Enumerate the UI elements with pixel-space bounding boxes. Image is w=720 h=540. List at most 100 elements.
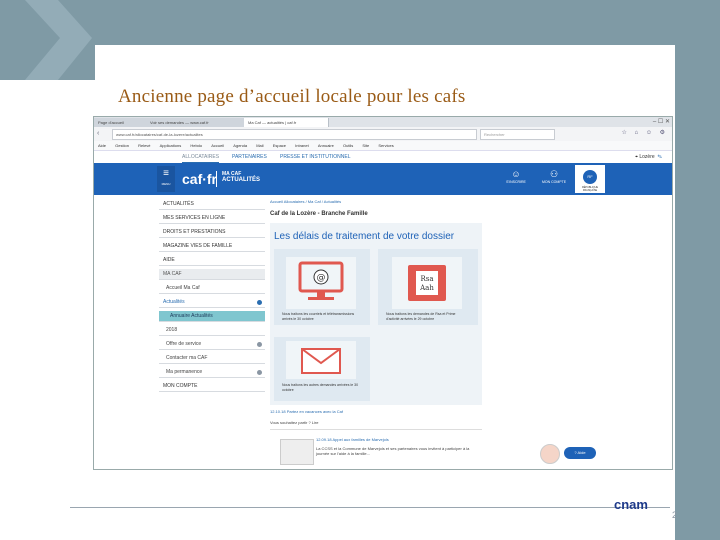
news-item[interactable]: 12.10.18 Partez en vacances avec la Caf … [270,409,482,425]
expand-icon[interactable] [257,370,262,375]
search-field[interactable]: Rechercher [480,129,555,140]
browser-tab-active[interactable]: Ma Caf — actualités | caf.fr [244,118,329,127]
menu-label: MENU [161,182,171,186]
help-label: Aide [577,450,586,455]
sidebar-item-2018[interactable]: 2018 [159,325,265,336]
sidebar-item-accueil-ma-caf[interactable]: Accueil Ma Caf [159,283,265,294]
favorite-link[interactable]: Relevé [138,143,150,148]
slide-title: Ancienne page d’accueil locale pour les … [118,86,466,107]
help-button[interactable]: ? Aide [564,447,596,459]
rf-emblem-icon: RF [583,170,597,184]
sidebar-item-magazine[interactable]: MAGAZINE VIES DE FAMILLE [159,241,265,252]
location-pin-icon: ⌖ [635,154,638,160]
brand-text: MA CAF ACTUALITÉS [222,171,260,183]
location-indicator[interactable]: ⌖ Lozère ✎ [635,152,662,162]
favorite-link[interactable]: Mail [256,143,263,148]
sidebar-item-droits[interactable]: DROITS ET PRESTATIONS [159,227,265,238]
main-content: Accueil Allocataires / Ma Caf / Actualit… [270,197,482,469]
sidebar-item-annuaire-actualites[interactable]: Annuaire Actualités [159,311,265,322]
pen-icon: ✎ [657,154,662,160]
account-button[interactable]: ⚇ MON COMPTE [534,168,574,184]
news-date: 12.09.18 [316,437,332,442]
favorite-link[interactable]: Gestion [115,143,129,148]
favorite-link[interactable]: Aide [98,143,106,148]
sidebar-item-label: Actualités [163,299,185,305]
tile-caption: Nous traitons les autres demandes arrivé… [282,383,359,392]
tile-caption: Nous traitons les courriels et télétrans… [282,312,355,321]
sidebar-item-services[interactable]: MES SERVICES EN LIGNE [159,213,265,224]
sidebar-item-offre-service[interactable]: Offre de service [159,339,265,350]
sidebar-item-actualites[interactable]: ACTUALITÉS [159,199,265,210]
news-item[interactable]: 12.09.18 Appel aux familles de Marvejols… [316,437,482,456]
breadcrumb[interactable]: Accueil Allocataires / Ma Caf / Actualit… [270,199,341,204]
favorite-link[interactable]: Agenda [233,143,247,148]
browser-tab-bar: Page d'accueil Voir ses demandes — www.c… [94,117,672,127]
hamburger-icon: ≡ [163,168,169,179]
expand-icon[interactable] [257,342,262,347]
tile-autres[interactable]: Nous traitons les autres demandes arrivé… [274,337,370,401]
delais-title: Les délais de traitement de votre dossie… [274,231,455,242]
url-field[interactable]: www.caf.fr/allocataires/caf-de-la-lozere… [112,129,477,140]
location-label: Lozère [639,154,655,160]
favorite-link[interactable]: Hebdo [190,143,202,148]
favorites-bar: Aide Gestion Relevé Applications Hebdo A… [94,141,672,151]
footer-line [70,507,670,508]
tile-caption: Nous traitons les demandes de Rsa et Pri… [386,312,456,321]
favorite-link[interactable]: Applications [160,143,182,148]
site-top-nav: ALLOCATAIRES PARTENAIRES PRESSE ET INSTI… [94,151,672,163]
sidebar-item-permanence[interactable]: Ma permanence [159,367,265,378]
svg-text:@: @ [317,273,326,283]
expand-icon[interactable] [257,300,262,305]
favorite-link[interactable]: Annuaire [318,143,334,148]
nav-partenaires[interactable]: PARTENAIRES [232,152,267,162]
favorite-link[interactable]: Services [378,143,393,148]
sidebar-item-label: Offre de service [166,341,202,347]
brand-line2: ACTUALITÉS [222,177,260,183]
republique-francaise-logo: RF RÉPUBLIQUE FRANÇAISE [575,165,605,193]
favorite-link[interactable]: Site [362,143,369,148]
news-body: La CCSS et la Commune de Marvejols et se… [316,446,470,456]
sidebar: ACTUALITÉS MES SERVICES EN LIGNE DROITS … [159,197,265,469]
browser-tab[interactable]: Voir ses demandes — www.caf.fr [146,118,247,127]
back-icon[interactable]: ‹ [97,129,99,138]
sidebar-item-mon-compte[interactable]: MON COMPTE [159,381,265,392]
favorite-link[interactable]: Espace [273,143,286,148]
sidebar-item-ma-caf[interactable]: MA CAF [159,269,265,280]
news-title[interactable]: Appel aux familles de Marvejols [332,437,388,442]
aah-label: Aah [419,284,434,292]
header-divider [216,171,217,187]
news-extra: Vous souhaitez partir ? Lire [270,420,319,425]
tile-image: @ [286,257,356,309]
menu-button[interactable]: ≡ MENU [157,166,175,192]
folder-rsa-icon: Rsa Aah [408,265,446,301]
favorite-link[interactable]: Accueil [211,143,224,148]
account-label: MON COMPTE [541,180,567,184]
window-controls[interactable]: ‒ ☐ ✕ [653,117,670,127]
page-subtitle: Caf de la Lozère - Branche Famille [270,211,368,217]
caf-logo[interactable]: caf·fr [182,169,217,189]
news-thumbnail [280,439,314,465]
sidebar-item-aide[interactable]: AIDE [159,255,265,266]
cnam-logo: cnam [614,497,648,512]
news-title[interactable]: Partez en vacances avec la Caf [287,409,343,414]
toolbar-icons[interactable]: ☆ ⌂ ☺ ⚙ [621,129,668,138]
delais-card: Les délais de traitement de votre dossie… [270,223,482,405]
tile-courriels[interactable]: @ Nous traitons les courriels et télétra… [274,249,370,325]
monitor-at-icon: @ [298,261,344,300]
assistant-avatar[interactable] [540,444,560,464]
tile-rsa[interactable]: Rsa Aah Nous traitons les demandes de Rs… [378,249,478,325]
sidebar-item-contacter[interactable]: Contacter ma CAF [159,353,265,364]
news-divider [270,429,482,430]
rf-label: RÉPUBLIQUE FRANÇAISE [581,186,599,192]
screenshot-browser-window: Page d'accueil Voir ses demandes — www.c… [93,116,673,470]
help-icon: ? [574,450,577,455]
browser-tab[interactable]: Page d'accueil [94,118,149,127]
sidebar-item-actualites-sub[interactable]: Actualités [159,297,265,308]
nav-presse[interactable]: PRESSE ET INSTITUTIONNEL [280,152,350,162]
page-number: 2 [672,510,678,520]
favorite-link[interactable]: Outils [343,143,353,148]
nav-allocataires[interactable]: ALLOCATAIRES [182,152,220,163]
inscription-button[interactable]: ☺ S'INSCRIRE [496,168,536,184]
site-header: ≡ MENU caf·fr MA CAF ACTUALITÉS ☺ S'INSC… [94,163,672,195]
favorite-link[interactable]: Intranet [295,143,309,148]
